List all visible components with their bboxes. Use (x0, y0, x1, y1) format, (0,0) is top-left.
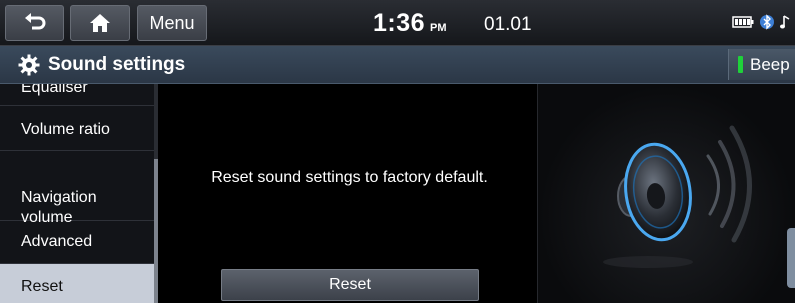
sidebar-item-reset[interactable]: Reset (0, 264, 154, 303)
back-button[interactable] (5, 5, 64, 41)
beep-indicator (738, 56, 743, 73)
status-icons (732, 13, 790, 31)
date: 01.01 (484, 14, 532, 35)
reset-button[interactable]: Reset (221, 269, 479, 301)
sidebar-item-volume-ratio[interactable]: Volume ratio (0, 106, 154, 151)
sidebar-item-label: Reset (21, 278, 63, 295)
back-arrow-icon (24, 13, 45, 30)
sidebar-item-label: Volume ratio (21, 121, 110, 138)
clock-ampm: PM (430, 22, 447, 34)
beep-label: Beep (750, 54, 790, 74)
settings-menu-list: Equaliser Volume ratio Navigation volume… (0, 84, 158, 303)
home-icon (90, 14, 110, 32)
reset-message: Reset sound settings to factory default. (211, 169, 488, 186)
menu-button-label: Menu (149, 12, 195, 33)
beep-toggle[interactable]: Beep (728, 49, 795, 80)
battery-icon (732, 16, 754, 28)
sidebar-item-advanced[interactable]: Advanced (0, 221, 154, 264)
clock: 1:36 PM (373, 9, 447, 38)
speaker-icon (603, 125, 752, 268)
home-button[interactable] (70, 5, 130, 41)
gear-icon (18, 54, 40, 76)
scrollbar[interactable] (154, 84, 158, 303)
sidebar-item-navigation-volume[interactable]: Navigation volume (0, 151, 154, 226)
title-bar: Sound settings Beep (0, 46, 795, 84)
sidebar-item-label: Equaliser (21, 84, 88, 96)
side-panel-handle[interactable] (787, 228, 795, 288)
scrollbar-thumb[interactable] (154, 159, 158, 303)
menu-button[interactable]: Menu (137, 5, 207, 41)
main-panel: Reset sound settings to factory default.… (163, 84, 536, 303)
sidebar-item-label: Advanced (21, 233, 93, 250)
page-title: Sound settings (48, 54, 186, 75)
illustration-panel (537, 84, 795, 303)
status-bar: Menu 1:36 PM 01.01 (0, 0, 795, 46)
bluetooth-icon (760, 14, 774, 30)
music-note-icon (780, 15, 790, 29)
sidebar-item-equaliser[interactable]: Equaliser (0, 84, 154, 106)
reset-button-label: Reset (329, 276, 371, 293)
clock-time: 1:36 (373, 9, 426, 37)
